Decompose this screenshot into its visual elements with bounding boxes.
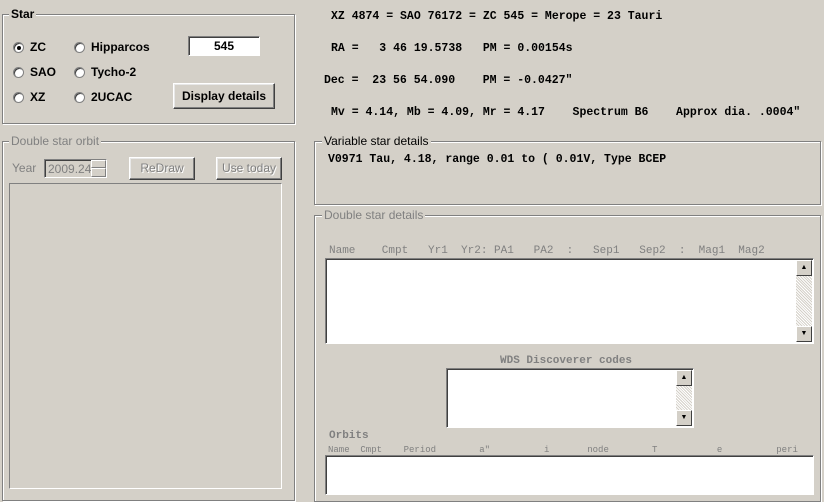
year-label: Year [12,161,37,175]
radio-tycho2-button[interactable] [74,66,85,78]
variable-groupbox [314,141,821,205]
use-today-button[interactable]: Use today [216,157,282,180]
wds-label: WDS Discoverer codes [500,355,633,367]
double-star-list[interactable] [325,258,814,344]
radio-hipparcos-button[interactable] [74,41,85,53]
radio-sao-button[interactable] [13,66,24,78]
radio-xz-label: XZ [30,90,46,104]
double-star-scrollbar[interactable]: ▲ ▼ [796,260,812,342]
scroll-up-icon[interactable]: ▲ [796,260,812,276]
magnitude-line: Mv = 4.14, Mb = 4.09, Mr = 4.17 Spectrum… [331,106,801,119]
star-identity-line: XZ 4874 = SAO 76172 = ZC 545 = Merope = … [331,10,663,23]
orbits-label: Orbits [329,430,369,442]
display-details-button[interactable]: Display details [173,83,275,109]
radio-zc-label: ZC [30,40,46,54]
wds-scroll-down-icon[interactable]: ▼ [676,410,692,426]
radio-2ucac-label: 2UCAC [91,90,133,104]
star-number-value: 545 [213,39,235,53]
orbits-table-header: Name Cmpt Period a" i node T e peri [328,445,798,455]
ra-line: RA = 3 46 19.5738 PM = 0.00154s [331,42,573,55]
radio-xz[interactable]: XZ [13,90,45,104]
radio-tycho2[interactable]: Tycho-2 [74,65,136,79]
radio-zc[interactable]: ZC [13,40,46,54]
radio-sao[interactable]: SAO [13,65,56,79]
radio-sao-label: SAO [30,65,57,79]
radio-xz-button[interactable] [13,91,24,103]
radio-hipparcos[interactable]: Hipparcos [74,40,150,54]
wds-scrollbar[interactable]: ▲ ▼ [676,370,692,426]
year-value: 2009.24 [48,162,92,176]
radio-zc-button[interactable] [13,41,24,53]
orbits-list[interactable] [325,455,814,495]
double-star-group-title: Double star details [322,208,426,222]
radio-2ucac[interactable]: 2UCAC [74,90,132,104]
variable-details-text: V0971 Tau, 4.18, range 0.01 to ( 0.01V, … [328,153,667,166]
variable-group-title: Variable star details [322,134,431,148]
radio-tycho2-label: Tycho-2 [91,65,137,79]
dec-line: Dec = 23 56 54.090 PM = -0.0427" [324,74,573,87]
double-star-table-header: Name Cmpt Yr1 Yr2: PA1 PA2 : Sep1 Sep2 :… [329,245,765,257]
redraw-button[interactable]: ReDraw [129,157,195,180]
orbit-plot-area [9,183,282,489]
radio-hipparcos-label: Hipparcos [91,40,150,54]
wds-list[interactable] [446,368,694,428]
star-group-title: Star [9,7,37,21]
year-up-button[interactable] [91,160,106,168]
year-down-button[interactable] [91,168,106,177]
wds-scroll-up-icon[interactable]: ▲ [676,370,692,386]
star-number-input[interactable]: 545 [188,36,260,56]
scroll-down-icon[interactable]: ▼ [796,326,812,342]
orbit-group-title: Double star orbit [9,134,102,148]
year-spinner[interactable]: 2009.24 [44,159,107,178]
radio-2ucac-button[interactable] [74,91,85,103]
